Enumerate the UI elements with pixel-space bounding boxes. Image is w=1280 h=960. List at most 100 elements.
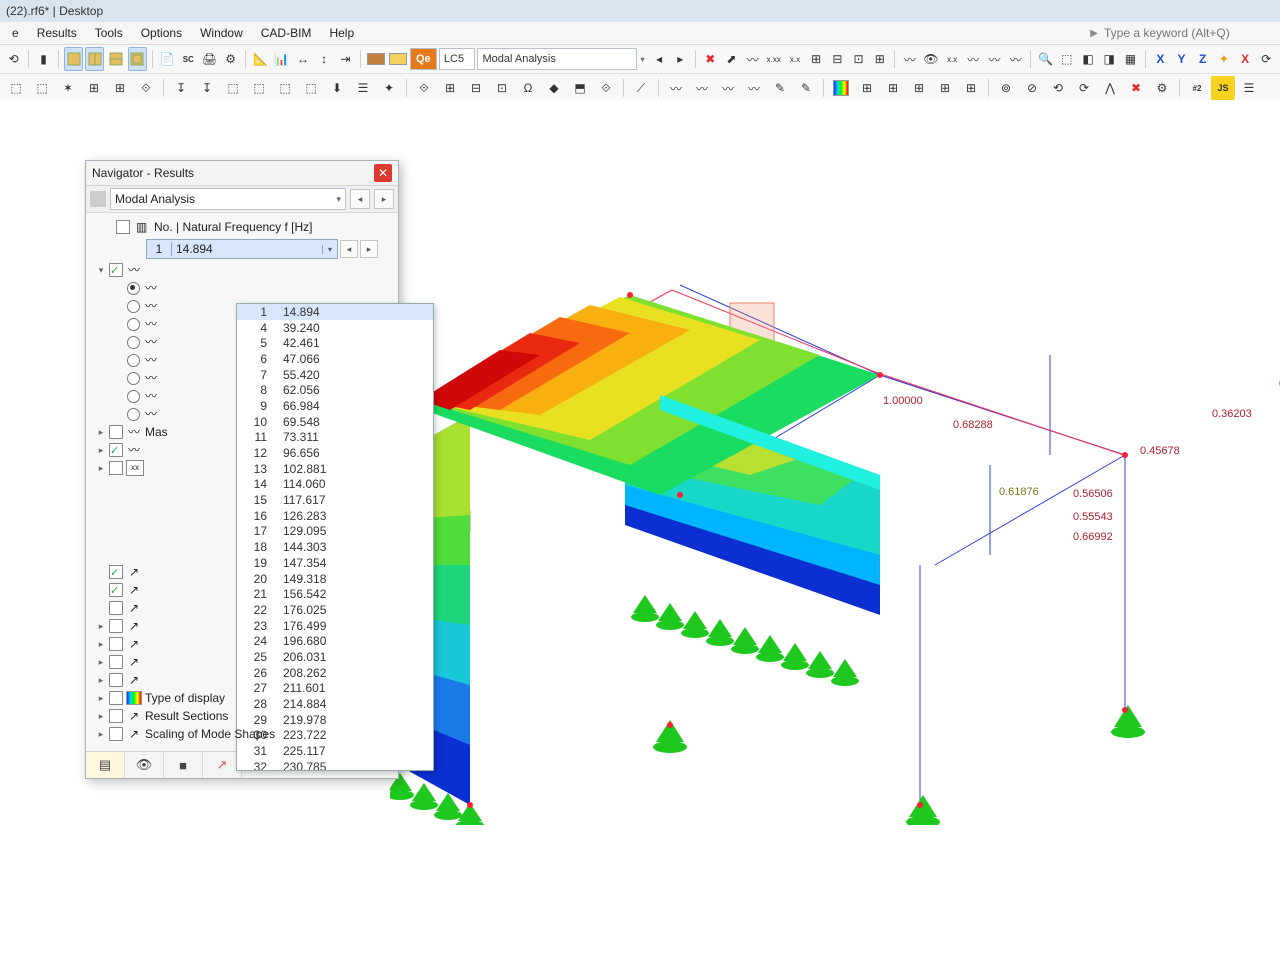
tree-item[interactable]: ▸↗Scaling of Mode Shapes [90, 725, 394, 743]
tool-icon[interactable]: ⊞ [807, 47, 826, 71]
tool-icon[interactable]: ⟐ [134, 76, 158, 100]
keyword-search[interactable]: ▶ [1090, 25, 1276, 41]
axis-x-icon[interactable]: X [1151, 47, 1170, 71]
mode-list-item[interactable]: 542.461 [237, 335, 433, 351]
tool-icon[interactable]: ☰ [351, 76, 375, 100]
axis-x-icon[interactable]: X [1235, 47, 1254, 71]
tool-icon[interactable]: ↕ [315, 47, 334, 71]
tool-icon[interactable]: ⟳ [1072, 76, 1096, 100]
tab-camera[interactable]: ■ [164, 752, 203, 778]
color-swatch-icon[interactable] [366, 47, 386, 71]
tool-icon[interactable]: ⊞ [907, 76, 931, 100]
tool-icon[interactable]: ⟐ [594, 76, 618, 100]
tool-icon[interactable]: ⊞ [870, 47, 889, 71]
tree-item[interactable]: ▸Type of display [90, 689, 394, 707]
tool-icon[interactable]: ⊞ [108, 76, 132, 100]
prev-mode-icon[interactable]: ◂ [340, 240, 358, 258]
tool-icon[interactable]: ✦ [377, 76, 401, 100]
tab-view[interactable]: 👁 [125, 752, 164, 778]
tool-icon[interactable]: 📐 [251, 47, 270, 71]
tree-item[interactable]: ↗ [90, 599, 394, 617]
tool-icon[interactable]: ⊘ [1020, 76, 1044, 100]
tree-item[interactable]: ↗ [90, 563, 394, 581]
tool-icon[interactable]: ↧ [195, 76, 219, 100]
tool-icon[interactable]: 〰 [742, 76, 766, 100]
tool-icon[interactable]: ⚙ [221, 47, 240, 71]
menu-item[interactable]: Window [192, 22, 251, 44]
tool-icon[interactable]: ✎ [768, 76, 792, 100]
mode-list-item[interactable]: 32230.785 [237, 759, 433, 771]
tool-icon[interactable]: ⬚ [221, 76, 245, 100]
axis-z-icon[interactable]: Z [1193, 47, 1212, 71]
axis-icon[interactable]: ✦ [1214, 47, 1233, 71]
tool-icon[interactable]: ⟐ [412, 76, 436, 100]
tree-item[interactable]: ▸↗ [90, 635, 394, 653]
search-input[interactable] [1102, 25, 1266, 41]
tool-icon[interactable]: ☰ [1237, 76, 1261, 100]
tool-icon[interactable]: ⋀ [1098, 76, 1122, 100]
tool-icon[interactable]: ⇥ [336, 47, 355, 71]
js-icon[interactable]: JS [1211, 76, 1235, 100]
tool-icon[interactable]: ⊟ [828, 47, 847, 71]
mode-list-item[interactable]: 755.420 [237, 367, 433, 383]
navigate-back-icon[interactable]: ⟲ [4, 47, 23, 71]
color-swatch-icon[interactable] [388, 47, 408, 71]
mode-list-item[interactable]: 647.066 [237, 351, 433, 367]
data-panel-icon[interactable]: ▮ [34, 47, 53, 71]
tool-icon[interactable]: ✖ [1124, 76, 1148, 100]
mode-list-item[interactable]: 439.240 [237, 320, 433, 336]
menu-item[interactable]: Help [321, 22, 362, 44]
tool-icon[interactable]: 〰 [1006, 47, 1025, 71]
tool-icon[interactable]: 🖨 [200, 47, 219, 71]
tool-icon[interactable]: 〰 [664, 76, 688, 100]
tool-icon[interactable]: ⬚ [273, 76, 297, 100]
tool-icon[interactable]: ⊟ [464, 76, 488, 100]
mode-list-item[interactable]: 114.894 [237, 304, 433, 320]
tool-icon[interactable]: 📄 [157, 47, 176, 71]
tool-icon[interactable]: ⚙ [1150, 76, 1174, 100]
mode-list-item[interactable]: 31225.117 [237, 743, 433, 759]
tool-icon[interactable]: ⬚ [299, 76, 323, 100]
prev-lc-icon[interactable]: ◂ [649, 47, 668, 71]
loadcase-id[interactable]: LC5 [439, 48, 476, 70]
tool-icon[interactable]: x.x [785, 47, 804, 71]
close-icon[interactable]: ✕ [374, 164, 392, 182]
tool-icon[interactable]: ⊞ [438, 76, 462, 100]
panel-toggle-icon[interactable] [128, 47, 147, 71]
mode-list-item[interactable]: 862.056 [237, 382, 433, 398]
tool-icon[interactable]: ⊞ [82, 76, 106, 100]
tool-icon[interactable]: ⬒ [568, 76, 592, 100]
tool-icon[interactable]: 〰 [716, 76, 740, 100]
analysis-select[interactable]: Modal Analysis▾ [110, 188, 346, 210]
mode-list-item[interactable]: 1296.656 [237, 445, 433, 461]
tool-icon[interactable]: ⟲ [1046, 76, 1070, 100]
mode-list-item[interactable]: 14114.060 [237, 477, 433, 493]
tool-icon[interactable]: 〰 [743, 47, 762, 71]
cube-icon[interactable]: ▦ [1121, 47, 1140, 71]
tool-icon[interactable]: ⊡ [849, 47, 868, 71]
tool-icon[interactable]: ◆ [542, 76, 566, 100]
tree-item[interactable]: ▸↗ [90, 617, 394, 635]
tree-item[interactable]: ▸↗ [90, 671, 394, 689]
mode-list-item[interactable]: 966.984 [237, 398, 433, 414]
tool-icon[interactable]: ⬈ [722, 47, 741, 71]
mode-list-item[interactable]: 18144.303 [237, 539, 433, 555]
tool-icon[interactable]: ⬚ [247, 76, 271, 100]
script-icon[interactable]: SC [179, 47, 198, 71]
menu-item[interactable]: e [4, 22, 27, 44]
tool-icon[interactable]: ↔ [293, 47, 312, 71]
tool-icon[interactable]: ✖ [701, 47, 720, 71]
eye-icon[interactable]: 👁 [921, 47, 940, 71]
cube-icon[interactable]: ◧ [1078, 47, 1097, 71]
panel-toggle-icon[interactable] [64, 47, 83, 71]
tool-icon[interactable]: ⟳ [1257, 47, 1276, 71]
tool-icon[interactable]: ⊞ [855, 76, 879, 100]
tool-icon[interactable]: ⊞ [933, 76, 957, 100]
tool-icon[interactable]: ⊞ [881, 76, 905, 100]
panel-toggle-icon[interactable] [85, 47, 104, 71]
checkbox[interactable] [116, 220, 130, 234]
tree-item[interactable]: ▾〰 [90, 261, 394, 279]
tab-data[interactable]: ▤ [86, 752, 125, 778]
tree-item[interactable]: ↗ [90, 581, 394, 599]
tool-icon[interactable]: ⬚ [4, 76, 28, 100]
